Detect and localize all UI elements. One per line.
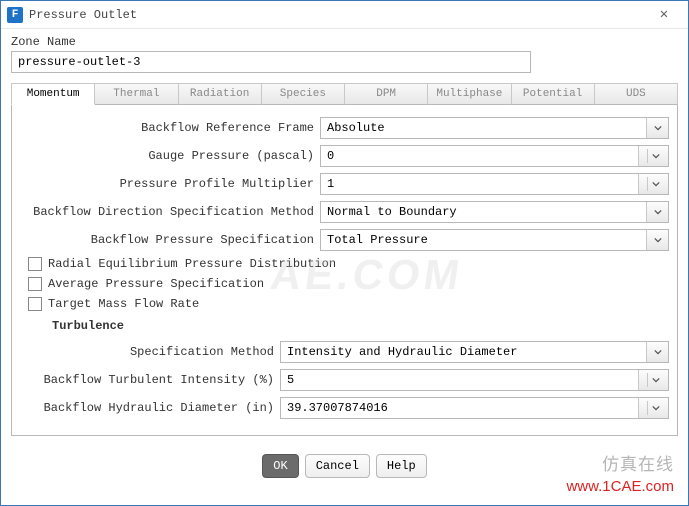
- tab-uds[interactable]: UDS: [594, 83, 678, 105]
- app-logo: F: [7, 7, 23, 23]
- checkbox-icon: [28, 297, 42, 311]
- check-target-mass-flow[interactable]: Target Mass Flow Rate: [20, 297, 669, 311]
- gauge-pressure-input[interactable]: [320, 145, 669, 167]
- backflow-direction-label: Backflow Direction Specification Method: [20, 205, 320, 219]
- checkbox-icon: [28, 257, 42, 271]
- profile-multiplier-input[interactable]: [320, 173, 669, 195]
- turbulence-title: Turbulence: [20, 319, 669, 333]
- help-button[interactable]: Help: [376, 454, 427, 478]
- cancel-button[interactable]: Cancel: [305, 454, 370, 478]
- check-radial-equilibrium[interactable]: Radial Equilibrium Pressure Distribution: [20, 257, 669, 271]
- ok-button[interactable]: OK: [262, 454, 298, 478]
- gauge-pressure-label: Gauge Pressure (pascal): [20, 149, 320, 163]
- window-title: Pressure Outlet: [29, 8, 644, 22]
- backflow-pressure-spec-label: Backflow Pressure Specification: [20, 233, 320, 247]
- checkbox-icon: [28, 277, 42, 291]
- tab-radiation[interactable]: Radiation: [178, 83, 262, 105]
- tab-potential[interactable]: Potential: [511, 83, 595, 105]
- backflow-pressure-spec-select[interactable]: [320, 229, 669, 251]
- zone-name-input[interactable]: [11, 51, 531, 73]
- backflow-frame-label: Backflow Reference Frame: [20, 121, 320, 135]
- backflow-frame-select[interactable]: [320, 117, 669, 139]
- tab-bar: Momentum Thermal Radiation Species DPM M…: [11, 83, 678, 105]
- tab-body-momentum: Backflow Reference Frame Gauge Pressure …: [11, 105, 678, 436]
- tab-momentum[interactable]: Momentum: [11, 83, 95, 105]
- tab-dpm[interactable]: DPM: [344, 83, 428, 105]
- turbulent-intensity-input[interactable]: [280, 369, 669, 391]
- backflow-direction-select[interactable]: [320, 201, 669, 223]
- specification-method-select[interactable]: [280, 341, 669, 363]
- tab-thermal[interactable]: Thermal: [94, 83, 178, 105]
- check-label: Average Pressure Specification: [48, 277, 264, 291]
- button-bar: OK Cancel Help: [11, 454, 678, 478]
- tab-species[interactable]: Species: [261, 83, 345, 105]
- turbulent-intensity-label: Backflow Turbulent Intensity (%): [20, 373, 280, 387]
- hydraulic-diameter-input[interactable]: [280, 397, 669, 419]
- specification-method-label: Specification Method: [20, 345, 280, 359]
- hydraulic-diameter-label: Backflow Hydraulic Diameter (in): [20, 401, 280, 415]
- title-bar: F Pressure Outlet ✕: [1, 1, 688, 29]
- profile-multiplier-label: Pressure Profile Multiplier: [20, 177, 320, 191]
- zone-name-label: Zone Name: [11, 35, 678, 49]
- check-average-pressure[interactable]: Average Pressure Specification: [20, 277, 669, 291]
- tab-multiphase[interactable]: Multiphase: [427, 83, 511, 105]
- check-label: Radial Equilibrium Pressure Distribution: [48, 257, 336, 271]
- dialog-content: Zone Name Momentum Thermal Radiation Spe…: [1, 29, 688, 488]
- close-button[interactable]: ✕: [644, 3, 684, 27]
- check-label: Target Mass Flow Rate: [48, 297, 199, 311]
